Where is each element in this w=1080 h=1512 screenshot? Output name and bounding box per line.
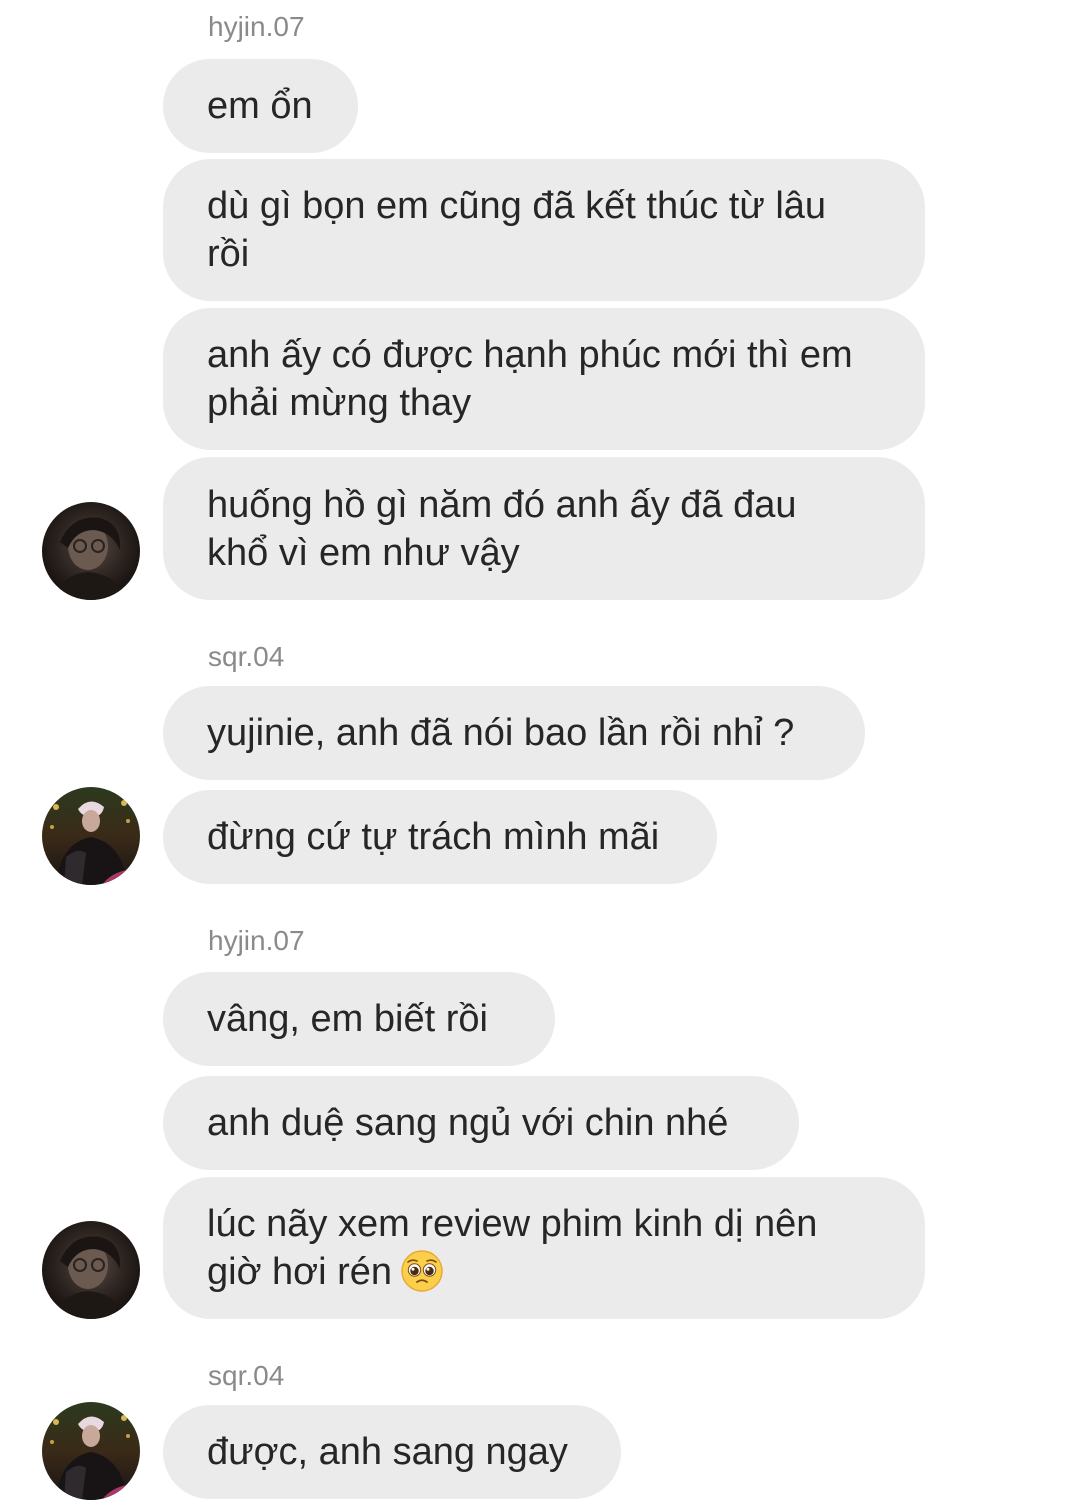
sender-name: sqr.04	[208, 641, 285, 672]
sender-name: hyjin.07	[208, 925, 305, 956]
message-text: đừng cứ tự trách mình mãi	[207, 816, 660, 858]
message-bubble[interactable]: em ổn	[163, 59, 358, 153]
user-avatar-hyjin-icon[interactable]	[42, 502, 140, 600]
message-text: em ổn	[207, 85, 313, 127]
message-text: anh ấy có được hạnh phúc mới thì em phải…	[207, 334, 853, 424]
message-text: dù gì bọn em cũng đã kết thúc từ lâu rồi	[207, 185, 827, 275]
message-bubble[interactable]: được, anh sang ngay	[163, 1405, 621, 1499]
message-bubble[interactable]: vâng, em biết rồi	[163, 972, 555, 1066]
message-text: anh duệ sang ngủ với chin nhé	[207, 1102, 729, 1144]
message-text: huống hồ gì năm đó anh ấy đã đau khổ vì …	[207, 483, 797, 574]
message-bubble[interactable]: dù gì bọn em cũng đã kết thúc từ lâu rồi	[163, 159, 925, 301]
sender-name: sqr.04	[208, 1360, 285, 1391]
message-text-body: lúc nãy xem review phim kinh dị nên giờ …	[207, 1203, 818, 1293]
sender-name: hyjin.07	[208, 11, 305, 42]
message-bubble[interactable]: anh duệ sang ngủ với chin nhé	[163, 1076, 799, 1170]
message-bubble[interactable]: anh ấy có được hạnh phúc mới thì em phải…	[163, 308, 925, 450]
message-text: lúc nãy xem review phim kinh dị nên giờ …	[207, 1200, 817, 1296]
message-text: được, anh sang ngay	[207, 1431, 568, 1473]
message-bubble[interactable]: lúc nãy xem review phim kinh dị nên giờ …	[163, 1177, 925, 1319]
pleading-face-emoji-icon	[400, 1249, 444, 1293]
user-avatar-sqr-icon[interactable]	[42, 787, 140, 885]
message-text: yujinie, anh đã nói bao lần rồi nhỉ ?	[207, 712, 795, 754]
message-bubble[interactable]: đừng cứ tự trách mình mãi	[163, 790, 717, 884]
message-text: vâng, em biết rồi	[207, 998, 488, 1040]
user-avatar-sqr-icon[interactable]	[42, 1402, 140, 1500]
message-bubble[interactable]: yujinie, anh đã nói bao lần rồi nhỉ ?	[163, 686, 865, 780]
message-bubble[interactable]: huống hồ gì năm đó anh ấy đã đau khổ vì …	[163, 457, 925, 600]
user-avatar-hyjin-icon[interactable]	[42, 1221, 140, 1319]
